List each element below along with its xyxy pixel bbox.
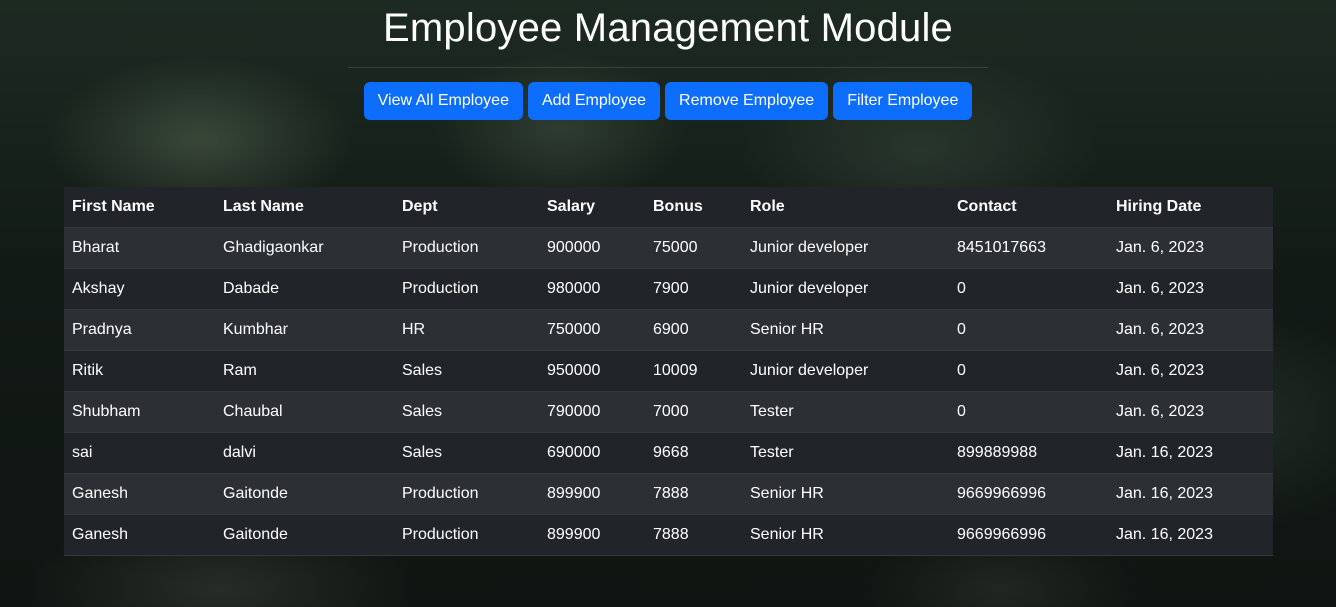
- first-name-cell: sai: [64, 432, 215, 474]
- title-divider: [348, 67, 988, 68]
- hiring-date-cell: Jan. 6, 2023: [1108, 227, 1273, 269]
- bonus-cell: 75000: [645, 227, 742, 269]
- role-cell: Tester: [742, 432, 949, 474]
- contact-cell: 0: [949, 350, 1108, 392]
- column-header-contact: Contact: [949, 187, 1108, 228]
- salary-cell: 899900: [539, 514, 645, 556]
- bonus-cell: 10009: [645, 350, 742, 392]
- table-row: Ritik Ram Sales 950000 10009 Junior developer…: [64, 350, 1273, 392]
- last-name-cell: Dabade: [215, 268, 394, 310]
- role-cell: Senior HR: [742, 309, 949, 351]
- first-name-cell: Shubham: [64, 391, 215, 433]
- table-row: Ganesh Gaitonde Production 899900 7888 Senior…: [64, 473, 1273, 515]
- table-row: Shubham Chaubal Sales 790000 7000 Tester 0 Jan.…: [64, 391, 1273, 433]
- view-all-employee-button[interactable]: View All Employee: [363, 82, 523, 120]
- remove-employee-button[interactable]: Remove Employee: [665, 82, 829, 120]
- dept-cell: Production: [394, 514, 539, 556]
- hiring-date-cell: Jan. 6, 2023: [1108, 391, 1273, 433]
- bonus-cell: 7888: [645, 514, 742, 556]
- table-header-row: First Name Last Name Dept Salary Bonus R…: [64, 187, 1273, 228]
- contact-cell: 9669966996: [949, 473, 1108, 515]
- salary-cell: 900000: [539, 227, 645, 269]
- column-header-first-name: First Name: [64, 187, 215, 228]
- hiring-date-cell: Jan. 6, 2023: [1108, 309, 1273, 351]
- last-name-cell: Chaubal: [215, 391, 394, 433]
- first-name-cell: Ritik: [64, 350, 215, 392]
- contact-cell: 899889988: [949, 432, 1108, 474]
- role-cell: Junior developer: [742, 227, 949, 269]
- bonus-cell: 6900: [645, 309, 742, 351]
- employee-table-container: First Name Last Name Dept Salary Bonus R…: [64, 187, 1273, 556]
- contact-cell: 0: [949, 391, 1108, 433]
- bonus-cell: 7000: [645, 391, 742, 433]
- bonus-cell: 7888: [645, 473, 742, 515]
- column-header-role: Role: [742, 187, 949, 228]
- column-header-bonus: Bonus: [645, 187, 742, 228]
- salary-cell: 790000: [539, 391, 645, 433]
- salary-cell: 950000: [539, 350, 645, 392]
- last-name-cell: Gaitonde: [215, 473, 394, 515]
- last-name-cell: Gaitonde: [215, 514, 394, 556]
- salary-cell: 690000: [539, 432, 645, 474]
- table-row: Akshay Dabade Production 980000 7900 Junior d…: [64, 268, 1273, 310]
- last-name-cell: dalvi: [215, 432, 394, 474]
- bonus-cell: 9668: [645, 432, 742, 474]
- column-header-salary: Salary: [539, 187, 645, 228]
- hiring-date-cell: Jan. 16, 2023: [1108, 432, 1273, 474]
- role-cell: Senior HR: [742, 473, 949, 515]
- add-employee-button[interactable]: Add Employee: [527, 82, 661, 120]
- column-header-last-name: Last Name: [215, 187, 394, 228]
- contact-cell: 0: [949, 309, 1108, 351]
- dept-cell: Production: [394, 473, 539, 515]
- contact-cell: 8451017663: [949, 227, 1108, 269]
- dept-cell: Production: [394, 268, 539, 310]
- contact-cell: 0: [949, 268, 1108, 310]
- column-header-hiring-date: Hiring Date: [1108, 187, 1273, 228]
- dept-cell: Production: [394, 227, 539, 269]
- hiring-date-cell: Jan. 6, 2023: [1108, 268, 1273, 310]
- table-row: Ganesh Gaitonde Production 899900 7888 Senior…: [64, 514, 1273, 556]
- last-name-cell: Ghadigaonkar: [215, 227, 394, 269]
- hiring-date-cell: Jan. 16, 2023: [1108, 514, 1273, 556]
- action-toolbar: View All Employee Add Employee Remove Em…: [0, 82, 1336, 120]
- column-header-dept: Dept: [394, 187, 539, 228]
- salary-cell: 899900: [539, 473, 645, 515]
- page-header: Employee Management Module: [0, 0, 1336, 68]
- role-cell: Tester: [742, 391, 949, 433]
- first-name-cell: Ganesh: [64, 514, 215, 556]
- dept-cell: Sales: [394, 350, 539, 392]
- last-name-cell: Ram: [215, 350, 394, 392]
- last-name-cell: Kumbhar: [215, 309, 394, 351]
- salary-cell: 980000: [539, 268, 645, 310]
- table-body: Bharat Ghadigaonkar Production 900000 75000 J…: [64, 227, 1273, 556]
- dept-cell: HR: [394, 309, 539, 351]
- first-name-cell: Akshay: [64, 268, 215, 310]
- table-row: Bharat Ghadigaonkar Production 900000 75000 J…: [64, 227, 1273, 269]
- role-cell: Junior developer: [742, 350, 949, 392]
- first-name-cell: Bharat: [64, 227, 215, 269]
- employee-table: First Name Last Name Dept Salary Bonus R…: [64, 187, 1273, 556]
- first-name-cell: Ganesh: [64, 473, 215, 515]
- salary-cell: 750000: [539, 309, 645, 351]
- first-name-cell: Pradnya: [64, 309, 215, 351]
- dept-cell: Sales: [394, 432, 539, 474]
- hiring-date-cell: Jan. 6, 2023: [1108, 350, 1273, 392]
- dept-cell: Sales: [394, 391, 539, 433]
- role-cell: Junior developer: [742, 268, 949, 310]
- table-row: Pradnya Kumbhar HR 750000 6900 Senior HR 0 Jan.…: [64, 309, 1273, 351]
- table-row: sai dalvi Sales 690000 9668 Tester 899889988 Ja…: [64, 432, 1273, 474]
- table-header: First Name Last Name Dept Salary Bonus R…: [64, 187, 1273, 228]
- filter-employee-button[interactable]: Filter Employee: [833, 82, 973, 120]
- contact-cell: 9669966996: [949, 514, 1108, 556]
- hiring-date-cell: Jan. 16, 2023: [1108, 473, 1273, 515]
- role-cell: Senior HR: [742, 514, 949, 556]
- page-title: Employee Management Module: [383, 6, 953, 50]
- bonus-cell: 7900: [645, 268, 742, 310]
